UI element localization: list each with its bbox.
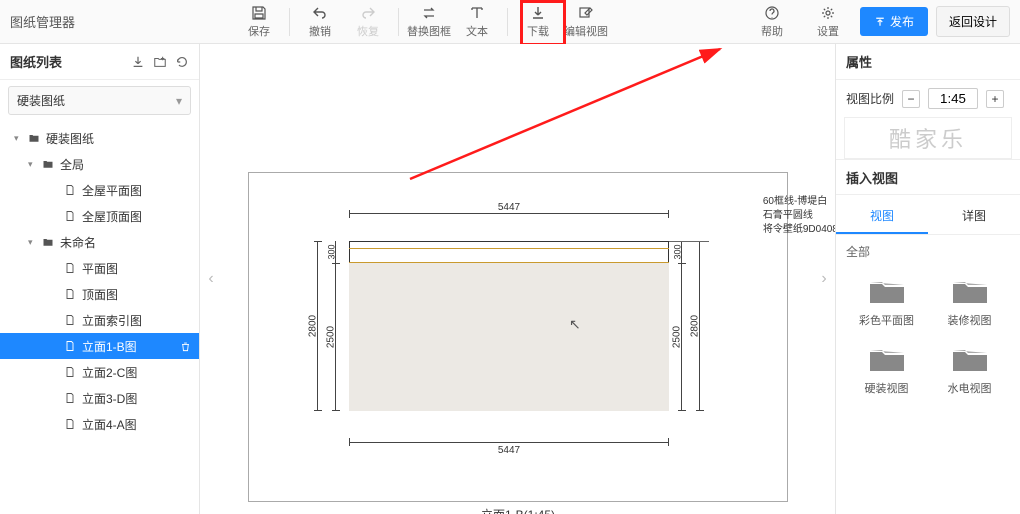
folder-icon: [950, 276, 990, 306]
drawing-tree: ▾硬装图纸▾全局全屋平面图全屋顶面图▾未命名平面图顶面图立面索引图立面1-B图立…: [0, 121, 199, 514]
edit-view-icon: [578, 5, 594, 21]
text-icon: [469, 5, 485, 21]
drawing-frame: 5447 5447 2800 2500 2500 2800 300 300 60…: [248, 172, 788, 502]
top-toolbar: 图纸管理器 保存 撤销 恢复 替换图框 文本 下载: [0, 0, 1020, 44]
document-icon: [64, 392, 78, 404]
chevron-down-icon: ▾: [176, 94, 182, 108]
folder-icon: [42, 158, 56, 170]
redo-button[interactable]: 恢复: [344, 0, 392, 44]
download-icon: [530, 5, 546, 21]
gear-icon: [820, 5, 836, 21]
dimension-right-outer: 2800: [699, 241, 700, 411]
watermark-logo: 酷家乐: [844, 117, 1012, 159]
publish-button[interactable]: 发布: [860, 7, 928, 36]
redo-icon: [360, 5, 376, 21]
dimension-left-small: 300: [335, 241, 336, 263]
tree-node-全局[interactable]: ▾全局: [0, 151, 199, 177]
document-icon: [64, 210, 78, 222]
undo-button[interactable]: 撤销: [296, 0, 344, 44]
canvas-area[interactable]: ‹ › 5447 5447 2800 2500 2500 2800 300 30…: [200, 44, 835, 514]
drawing-caption: 立面1-B(1:45): [248, 506, 788, 514]
dimension-right-small: 300: [681, 241, 682, 263]
drawing-notes: 60框线-博堤白 石膏平圆线 将令壁纸9D040802: [763, 195, 835, 237]
dimension-left-inner: 2500: [335, 263, 336, 411]
prev-page-button[interactable]: ‹: [204, 264, 218, 294]
save-icon: [251, 5, 267, 21]
help-icon: [764, 5, 780, 21]
dimension-top: 5447: [349, 213, 669, 231]
scale-input[interactable]: [928, 88, 978, 109]
save-button[interactable]: 保存: [235, 0, 283, 44]
scale-row: 视图比例 − +: [836, 80, 1020, 117]
tree-node-全屋平面图[interactable]: 全屋平面图: [0, 177, 199, 203]
help-button[interactable]: 帮助: [748, 0, 796, 44]
tree-node-未命名[interactable]: ▾未命名: [0, 229, 199, 255]
scale-increase-button[interactable]: +: [986, 90, 1004, 108]
document-icon: [64, 288, 78, 300]
tree-node-平面图[interactable]: 平面图: [0, 255, 199, 281]
next-page-button[interactable]: ›: [817, 264, 831, 294]
left-panel: 图纸列表 硬装图纸 ▾ ▾硬装图纸▾全局全屋平面图全屋顶面图▾未命名平面图顶面图…: [0, 44, 200, 514]
tree-node-硬装图纸[interactable]: ▾硬装图纸: [0, 125, 199, 151]
dimension-left-outer: 2800: [317, 241, 318, 411]
dimension-right-inner: 2500: [681, 263, 682, 411]
tree-node-立面1-B图[interactable]: 立面1-B图: [0, 333, 199, 359]
thumbnail-硬装视图[interactable]: 硬装视图: [850, 344, 923, 396]
download-button[interactable]: 下载: [514, 0, 562, 44]
thumbnail-装修视图[interactable]: 装修视图: [933, 276, 1006, 328]
folder-icon: [867, 276, 907, 306]
properties-header: 属性: [836, 44, 1020, 80]
text-button[interactable]: 文本: [453, 0, 501, 44]
undo-icon: [312, 5, 328, 21]
document-icon: [64, 418, 78, 430]
drawing-type-dropdown[interactable]: 硬装图纸 ▾: [8, 86, 191, 115]
edit-view-button[interactable]: 编辑视图: [562, 0, 610, 44]
section-all-label: 全部: [836, 235, 1020, 268]
right-panel: 属性 视图比例 − + 酷家乐 插入视图 视图 详图 全部 彩色平面图装修视图硬…: [835, 44, 1020, 514]
folder-icon: [42, 236, 56, 248]
new-folder-icon[interactable]: [153, 55, 167, 69]
import-icon[interactable]: [131, 55, 145, 69]
folder-icon: [28, 132, 42, 144]
thumbnail-水电视图[interactable]: 水电视图: [933, 344, 1006, 396]
tab-view[interactable]: 视图: [836, 199, 928, 234]
tab-detail[interactable]: 详图: [928, 199, 1020, 234]
folder-icon: [950, 344, 990, 374]
back-button[interactable]: 返回设计: [936, 6, 1010, 37]
tree-node-立面3-D图[interactable]: 立面3-D图: [0, 385, 199, 411]
delete-icon[interactable]: [180, 341, 191, 352]
settings-button[interactable]: 设置: [804, 0, 852, 44]
red-arrow-annotation: [400, 44, 740, 184]
tree-node-全屋顶面图[interactable]: 全屋顶面图: [0, 203, 199, 229]
dimension-bottom: 5447: [349, 425, 669, 443]
tree-node-立面4-A图[interactable]: 立面4-A图: [0, 411, 199, 437]
drawing-list-header: 图纸列表: [0, 44, 199, 80]
document-icon: [64, 262, 78, 274]
insert-tabs: 视图 详图: [836, 199, 1020, 235]
upload-icon: [874, 16, 886, 28]
scale-label: 视图比例: [846, 90, 894, 107]
tree-node-顶面图[interactable]: 顶面图: [0, 281, 199, 307]
cursor-icon: ↖: [569, 316, 581, 333]
replace-frame-button[interactable]: 替换图框: [405, 0, 453, 44]
view-thumbnails: 彩色平面图装修视图硬装视图水电视图: [836, 268, 1020, 404]
insert-view-header: 插入视图: [836, 159, 1020, 195]
document-icon: [64, 184, 78, 196]
thumbnail-彩色平面图[interactable]: 彩色平面图: [850, 276, 923, 328]
scale-decrease-button[interactable]: −: [902, 90, 920, 108]
elevation-drawing: 5447 5447 2800 2500 2500 2800 300 300 60…: [309, 211, 709, 441]
document-icon: [64, 340, 78, 352]
document-icon: [64, 366, 78, 378]
tree-node-立面索引图[interactable]: 立面索引图: [0, 307, 199, 333]
folder-icon: [867, 344, 907, 374]
document-icon: [64, 314, 78, 326]
tree-node-立面2-C图[interactable]: 立面2-C图: [0, 359, 199, 385]
app-title: 图纸管理器: [10, 12, 75, 31]
refresh-icon[interactable]: [175, 55, 189, 69]
save-label: 保存: [248, 23, 270, 39]
tool-group-main: 保存 撤销 恢复 替换图框 文本 下载 编辑视图: [235, 0, 610, 44]
toolbar-right: 帮助 设置 发布 返回设计: [748, 0, 1010, 44]
swap-icon: [421, 5, 437, 21]
